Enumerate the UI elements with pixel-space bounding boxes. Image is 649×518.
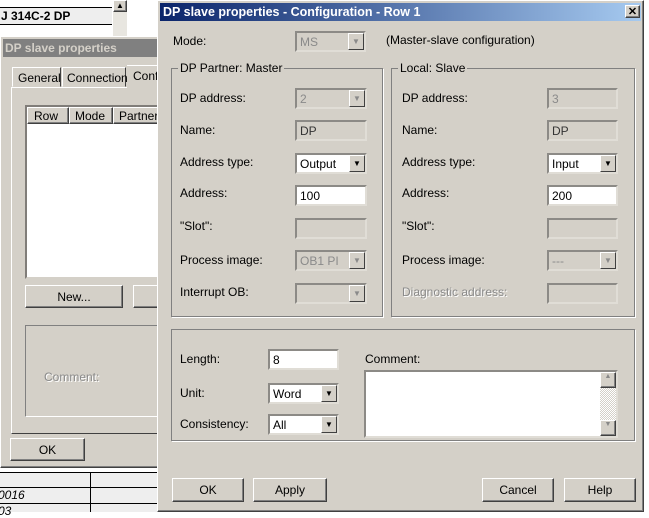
length-input[interactable]: 8 bbox=[268, 349, 339, 370]
column-mode[interactable]: Mode bbox=[69, 107, 113, 124]
scroll-down-button[interactable]: ▼ bbox=[600, 420, 616, 436]
interrupt-ob-label: Interrupt OB: bbox=[180, 285, 249, 299]
comment-label: Comment: bbox=[365, 352, 421, 366]
chevron-down-icon: ▼ bbox=[321, 416, 337, 433]
local-dp-address-field: 3 bbox=[547, 88, 618, 109]
dialog-title: DP slave properties - Configuration - Ro… bbox=[160, 3, 641, 21]
chevron-down-icon: ▼ bbox=[321, 385, 337, 402]
consistency-dropdown[interactable]: All ▼ bbox=[268, 414, 339, 435]
configuration-list[interactable]: Row Mode Partner I bbox=[25, 105, 175, 279]
comment-textarea[interactable]: ▲ ▼ bbox=[364, 370, 618, 438]
local-group: Local: Slave DP address: 3 Name: DP Addr… bbox=[391, 61, 635, 317]
partner-caption: DP Partner: Master bbox=[178, 61, 285, 75]
scrollbar[interactable]: ▲ ▼ bbox=[600, 372, 616, 436]
back-dialog: DP slave properties General Connection C… bbox=[0, 36, 175, 468]
close-button[interactable]: ✕ bbox=[625, 5, 640, 18]
slot-label: "Slot": bbox=[402, 219, 435, 233]
local-slot-field bbox=[547, 218, 618, 239]
chevron-down-icon: ▼ bbox=[600, 155, 616, 172]
partner-address-type-dropdown[interactable]: Output ▼ bbox=[295, 153, 367, 174]
close-icon: ✕ bbox=[627, 6, 638, 18]
comment-box: Comment: bbox=[25, 325, 175, 417]
partner-dp-address-dropdown[interactable]: 2 ▼ bbox=[295, 88, 367, 109]
help-button[interactable]: Help bbox=[564, 478, 636, 502]
chevron-down-icon: ▼ bbox=[349, 155, 365, 172]
dp-address-label: DP address: bbox=[402, 91, 468, 105]
table-cell: 03 bbox=[0, 504, 12, 518]
diagnostic-address-field bbox=[547, 283, 618, 304]
local-name-field: DP bbox=[547, 120, 618, 141]
partner-name-field: DP bbox=[295, 120, 367, 141]
apply-button[interactable]: Apply bbox=[253, 478, 327, 502]
local-address-input[interactable]: 200 bbox=[547, 185, 618, 206]
ok-button[interactable]: OK bbox=[10, 438, 85, 461]
length-label: Length: bbox=[180, 352, 221, 366]
chevron-down-icon: ▼ bbox=[349, 90, 365, 107]
address-type-label: Address type: bbox=[180, 155, 254, 169]
chevron-down-icon: ▼ bbox=[349, 285, 365, 302]
interrupt-ob-dropdown[interactable]: ▼ bbox=[295, 283, 367, 304]
module-header: J 314C-2 DP bbox=[0, 7, 112, 25]
comment-label: Comment: bbox=[44, 370, 100, 384]
mode-label: Mode: bbox=[173, 34, 207, 48]
configuration-dialog: DP slave properties - Configuration - Ro… bbox=[157, 0, 644, 512]
dp-address-label: DP address: bbox=[180, 91, 246, 105]
chevron-down-icon: ▼ bbox=[348, 33, 364, 50]
tab-connection[interactable]: Connection bbox=[62, 67, 128, 87]
scroll-up-button[interactable]: ▲ bbox=[113, 0, 127, 12]
background-table: 0016 03 bbox=[0, 472, 157, 518]
address-label: Address: bbox=[402, 186, 450, 200]
address-type-label: Address type: bbox=[402, 155, 476, 169]
name-label: Name: bbox=[402, 123, 438, 137]
slot-label: "Slot": bbox=[180, 219, 213, 233]
consistency-label: Consistency: bbox=[180, 417, 249, 431]
scrollbar[interactable] bbox=[113, 12, 127, 38]
data-group: Length: 8 Unit: Word ▼ Consistency: All ▼ … bbox=[171, 329, 635, 441]
partner-group: DP Partner: Master DP address: 2 ▼ Name: … bbox=[171, 61, 383, 317]
cancel-button[interactable]: Cancel bbox=[482, 478, 554, 502]
unit-label: Unit: bbox=[180, 386, 205, 400]
chevron-down-icon: ▼ bbox=[349, 252, 365, 269]
process-image-label: Process image: bbox=[402, 253, 485, 267]
partner-slot-field bbox=[295, 218, 367, 239]
address-label: Address: bbox=[180, 186, 228, 200]
mode-description: (Master-slave configuration) bbox=[386, 33, 535, 47]
column-row[interactable]: Row bbox=[27, 107, 69, 124]
scroll-up-button[interactable]: ▲ bbox=[600, 372, 616, 388]
process-image-label: Process image: bbox=[180, 253, 263, 267]
back-dialog-title: DP slave properties bbox=[3, 39, 169, 57]
partner-process-image-dropdown[interactable]: OB1 PI ▼ bbox=[295, 250, 367, 271]
chevron-down-icon: ▼ bbox=[600, 252, 616, 269]
tab-general[interactable]: General bbox=[12, 67, 61, 87]
local-process-image-dropdown[interactable]: --- ▼ bbox=[547, 250, 618, 271]
unit-dropdown[interactable]: Word ▼ bbox=[268, 383, 339, 404]
name-label: Name: bbox=[180, 123, 216, 137]
ok-button[interactable]: OK bbox=[172, 478, 244, 502]
new-button[interactable]: New... bbox=[25, 285, 123, 308]
partner-address-input[interactable]: 100 bbox=[295, 185, 367, 206]
mode-dropdown[interactable]: MS ▼ bbox=[295, 31, 366, 52]
table-cell: 0016 bbox=[0, 488, 25, 502]
local-caption: Local: Slave bbox=[398, 61, 468, 75]
diagnostic-address-label: Diagnostic address: bbox=[402, 285, 508, 299]
local-address-type-dropdown[interactable]: Input ▼ bbox=[547, 153, 618, 174]
